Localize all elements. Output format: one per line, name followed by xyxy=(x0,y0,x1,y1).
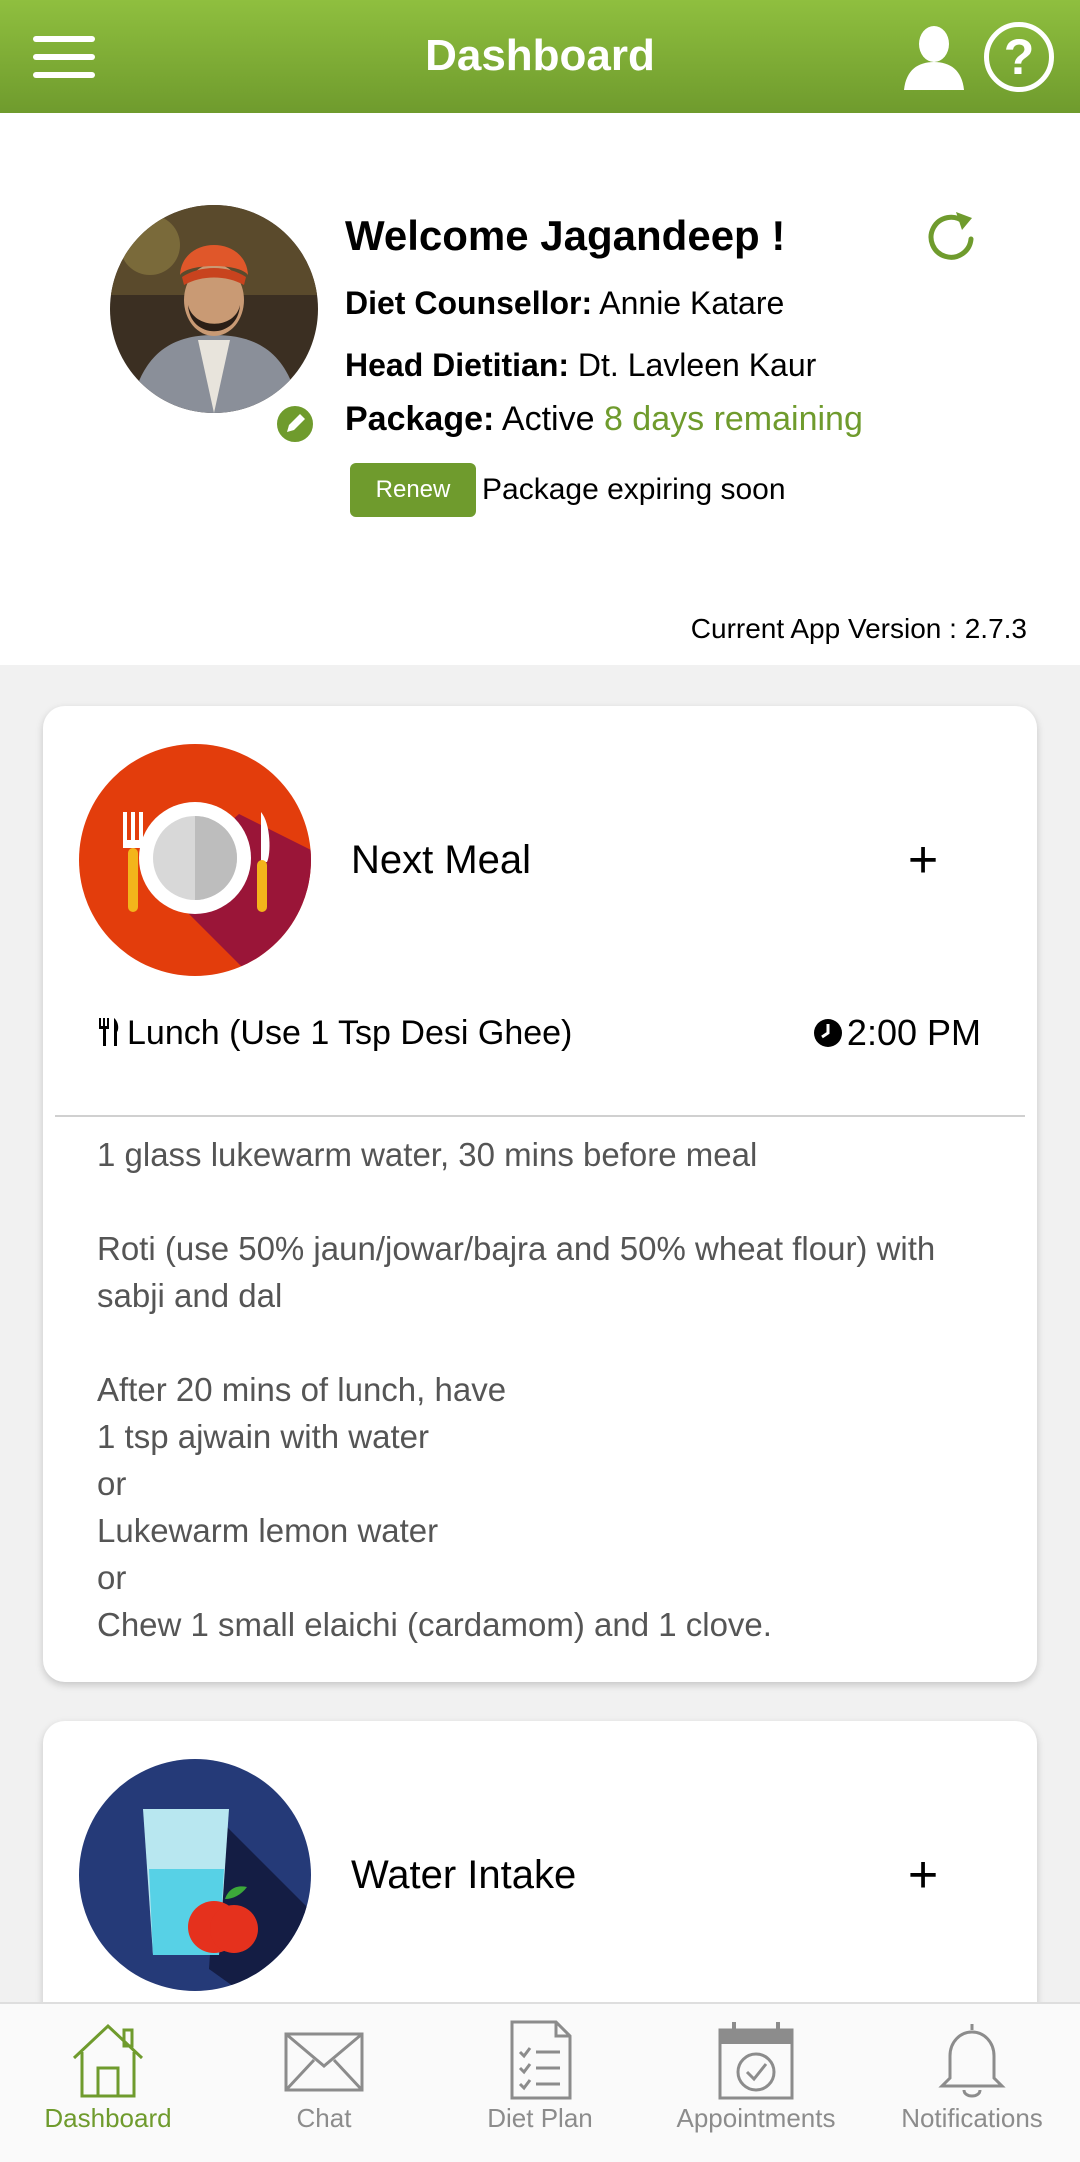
cutlery-icon xyxy=(97,1013,121,1046)
tab-chat[interactable]: Chat xyxy=(216,2004,432,2162)
head-dietitian-line: Head Dietitian: Dt. Lavleen Kaur xyxy=(345,343,816,387)
tab-notifications[interactable]: Notifications xyxy=(864,2004,1080,2162)
meal-name-text: Lunch (Use 1 Tsp Desi Ghee) xyxy=(127,1014,573,1052)
days-remaining: 8 days remaining xyxy=(603,400,863,438)
tab-dashboard[interactable]: Dashboard xyxy=(0,2004,216,2162)
welcome-text: Welcome Jagandeep ! xyxy=(345,212,786,259)
diet-counsellor-name: Annie Katare xyxy=(599,285,785,321)
package-line: Package: Active 8 days remaining xyxy=(345,397,863,441)
home-icon xyxy=(68,2018,148,2100)
meal-time-text: 2:00 PM xyxy=(846,1012,981,1053)
checklist-icon xyxy=(500,2018,580,2100)
diet-counsellor-line: Diet Counsellor: Annie Katare xyxy=(345,281,784,325)
edit-avatar-icon[interactable] xyxy=(274,403,316,445)
tab-notifications-label: Notifications xyxy=(901,2103,1043,2133)
meal-time: 2:00 PM xyxy=(813,1009,981,1057)
package-status: Active xyxy=(501,400,595,438)
divider xyxy=(55,1115,1025,1117)
tab-appointments-label: Appointments xyxy=(676,2103,836,2133)
meal-plate-icon xyxy=(79,744,311,976)
tab-chat-label: Chat xyxy=(296,2103,352,2133)
water-glass-icon xyxy=(79,1759,311,1991)
help-icon[interactable]: ? xyxy=(984,22,1054,92)
bell-icon xyxy=(932,2018,1012,2100)
meal-name: Lunch (Use 1 Tsp Desi Ghee) xyxy=(97,1009,577,1057)
head-dietitian-name: Dt. Lavleen Kaur xyxy=(577,347,817,383)
app-version: Current App Version : 2.7.3 xyxy=(690,613,1027,644)
renew-button[interactable]: Renew xyxy=(350,463,476,517)
next-meal-title: Next Meal xyxy=(351,838,532,882)
package-label: Package: xyxy=(345,400,495,438)
profile-icon[interactable] xyxy=(898,22,968,92)
tab-diet-plan-label: Diet Plan xyxy=(487,2103,593,2133)
tab-dashboard-label: Dashboard xyxy=(44,2103,172,2133)
water-intake-title: Water Intake xyxy=(351,1853,577,1897)
envelope-icon xyxy=(284,2018,364,2100)
tab-diet-plan[interactable]: Diet Plan xyxy=(432,2004,648,2162)
calendar-icon xyxy=(716,2018,796,2100)
package-expiry-text: Package expiring soon xyxy=(482,473,786,506)
top-app-bar: Dashboard ? xyxy=(0,0,1080,113)
clock-icon xyxy=(813,1012,843,1047)
add-meal-button[interactable]: + xyxy=(893,830,953,890)
avatar[interactable] xyxy=(110,205,318,413)
meal-description: 1 glass lukewarm water, 30 mins before m… xyxy=(97,1136,936,1643)
refresh-icon[interactable] xyxy=(920,206,982,268)
profile-panel: Welcome Jagandeep ! Diet Counsellor: Ann… xyxy=(0,113,1080,665)
diet-counsellor-label: Diet Counsellor: xyxy=(345,285,593,321)
add-water-button[interactable]: + xyxy=(893,1845,953,1905)
head-dietitian-label: Head Dietitian: xyxy=(345,347,570,383)
tab-appointments[interactable]: Appointments xyxy=(648,2004,864,2162)
bottom-navigation: Dashboard Chat Diet Plan Appointments No… xyxy=(0,2002,1080,2162)
water-intake-card: Water Intake + xyxy=(43,1721,1037,2041)
next-meal-card: Next Meal + Lunch (Use 1 Tsp Desi Ghee) … xyxy=(43,706,1037,1682)
